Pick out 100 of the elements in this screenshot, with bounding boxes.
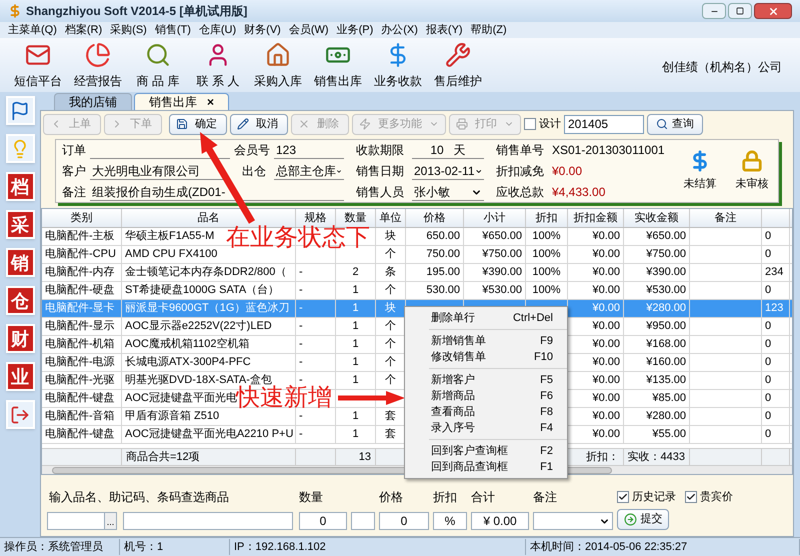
table-cell-text: - (299, 337, 303, 352)
table-cell-text: 金士顿笔记本内存条DDR2/800（ (125, 265, 286, 280)
checkbox-label: 贵宾价 (700, 490, 733, 504)
table-cell-text: - (299, 373, 303, 386)
table-cell-text: 195.00 (426, 265, 460, 280)
table-cell-text: - (299, 265, 303, 280)
table-cell-text: 电脑配件-显卡 (45, 300, 115, 316)
table-cell-text: 电脑配件-硬盘 (45, 282, 115, 298)
table-cell-text: 234 (765, 265, 784, 280)
table-cell-text: 123 (765, 301, 784, 316)
table-cell-text: AMD CPU FX4100 (125, 247, 218, 262)
table-cell-text: - (299, 427, 303, 442)
annotation-text: 快速新增 (236, 386, 332, 410)
status-text: 机号：1 (120, 538, 230, 556)
status-label: 未审核 (736, 176, 768, 192)
table-cell-text: ¥0.00 (592, 301, 620, 316)
status-label: 未结算 (684, 176, 716, 192)
column-header: 类别 (42, 209, 122, 227)
field-label: 收款期限 (356, 142, 405, 159)
summary-cell-text: 实收：4433 (628, 450, 685, 465)
table-cell-text: ¥0.00 (592, 319, 620, 334)
table-cell-text: 100% (532, 283, 561, 298)
table-cell-text: 100% (532, 247, 561, 262)
field-label: 合计 (471, 489, 496, 506)
table-cell-text: 1 (352, 301, 359, 316)
table-cell-text: 1 (352, 319, 359, 334)
table-cell-text: ¥0.00 (592, 373, 620, 388)
table-cell-text: 0 (765, 409, 772, 424)
field-label: 价格 (379, 489, 404, 506)
table-cell-text: - (299, 355, 303, 370)
table-cell-text: ¥0.00 (592, 247, 620, 262)
field-label: 销售日期 (356, 163, 405, 180)
table-cell-text: AOC冠捷键盘平面光电A2210 P+U (125, 427, 294, 442)
table-cell-text: - (299, 283, 303, 298)
field-label: 客户 (62, 163, 87, 180)
table-cell-text: 530.00 (426, 283, 460, 298)
table-cell-text: ¥135.00 (646, 373, 686, 388)
table-cell-text: 1 (352, 409, 359, 424)
status-text: IP：192.168.1.102 (230, 538, 526, 556)
column-header: 单位 (376, 209, 406, 227)
table-cell-text: ¥530.00 (646, 283, 686, 298)
summary-cell-text: 13 (358, 450, 371, 465)
table-cell-text: 0 (765, 355, 772, 370)
table-cell-text: ¥160.00 (646, 355, 686, 370)
field-label: 输入品名、助记码、条码查选商品 (48, 489, 230, 506)
table-cell-text: 电脑配件-光驱 (45, 372, 115, 388)
table-cell-text: 0 (765, 247, 772, 262)
discount-amount: ¥0.00 (552, 163, 584, 180)
checkbox-label: 设计 (539, 116, 561, 132)
checkbox-label: 历史记录 (632, 490, 676, 504)
table-cell-text: 1 (352, 283, 359, 298)
table-cell-text: 甲盾有源音箱 Z510 (125, 408, 220, 424)
table-cell-text: ¥55.00 (652, 427, 686, 442)
table-cell-text: 丽派显卡9600GT（1G）蓝色冰刀 (125, 301, 290, 316)
table-cell-text: 0 (765, 337, 772, 352)
summary-cell-text: 商品合共=12项 (126, 450, 200, 465)
field-label: 会员号 (233, 142, 271, 159)
field-label: 出仓 (241, 163, 267, 180)
table-cell-text: 个 (385, 337, 396, 352)
table-cell-text: - (299, 409, 303, 424)
table-cell-text: ¥950.00 (646, 319, 686, 334)
field-label: 销售人员 (356, 184, 405, 201)
table-cell-text: 0 (765, 283, 772, 298)
company-name: 创佳绩（机构名）公司 (662, 59, 782, 76)
table-cell-text: 电脑配件-电源 (45, 354, 115, 370)
table-cell-text: ST希捷硬盘1000G SATA（台） (125, 283, 280, 298)
table-cell-text: 0 (765, 427, 772, 442)
column-header: 小计 (464, 209, 526, 227)
table-cell-text: AOC魔戒机箱1102空机箱 (125, 336, 250, 352)
table-cell-text: 1 (352, 337, 359, 352)
table-cell-text: ¥280.00 (646, 409, 686, 424)
table-cell-text: 750.00 (426, 247, 460, 262)
table-cell-text: 个 (385, 355, 396, 370)
summary-cell-text: 折扣： (586, 450, 619, 465)
table-cell-text: ¥650.00 (646, 229, 686, 244)
table-cell-text: 条 (385, 265, 396, 280)
table-cell-text: 个 (385, 319, 396, 334)
table-cell-text: 2 (352, 265, 359, 280)
table-cell-text: 套 (385, 409, 396, 424)
table-cell-text: ¥0.00 (592, 265, 620, 280)
table-cell-text: ¥530.00 (482, 283, 522, 298)
table-cell-text: 电脑配件-CPU (45, 246, 116, 262)
field-label: 销售单号 (496, 142, 545, 159)
field-label: 备注 (533, 489, 558, 506)
table-cell-text: 0 (765, 319, 772, 334)
column-header: 实收金额 (624, 209, 690, 227)
table-cell-text: 个 (385, 373, 396, 388)
table-cell-text: - (299, 319, 303, 334)
order-number: XS01-201303011001 (552, 142, 666, 159)
column-header: 折扣金额 (568, 209, 624, 227)
status-text: 本机时间：2014-05-06 22:35:27 (526, 538, 800, 556)
table-cell-text: 电脑配件-音箱 (45, 408, 115, 424)
table-cell-text: 长城电源ATX-300P4-PFC (125, 355, 251, 370)
column-header: 备注 (690, 209, 762, 227)
status-text: 操作员：系统管理员 (0, 538, 120, 556)
table-cell-text: 0 (765, 229, 772, 244)
field-label: 折扣 (433, 489, 458, 506)
table-cell-text: ¥85.00 (652, 391, 686, 406)
table-cell-text: 套 (385, 427, 396, 442)
table-cell-text: ¥168.00 (646, 337, 686, 352)
